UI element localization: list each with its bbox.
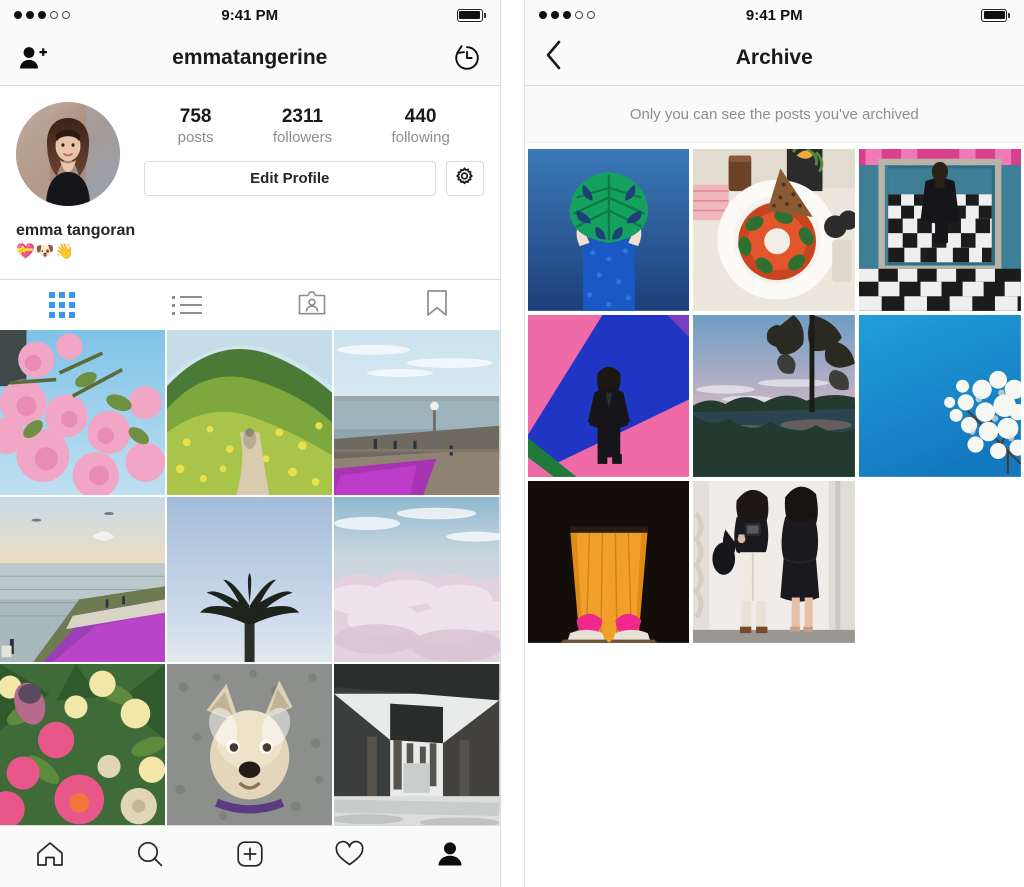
- profile-header: 758 posts 2311 followers 440 following E…: [0, 86, 500, 206]
- stat-followers[interactable]: 2311 followers: [273, 106, 332, 147]
- stat-followers-value: 2311: [281, 106, 324, 127]
- status-bar-left: 9:41 PM: [0, 0, 500, 30]
- home-icon: [35, 839, 65, 874]
- post-thumbnail[interactable]: [334, 497, 500, 663]
- page-title: emmatangerine: [172, 45, 328, 69]
- profile-screen: 9:41 PM emmatangerine 758 posts 2311 fol…: [0, 0, 501, 887]
- profile-tab-strip: [0, 279, 500, 330]
- archive-screen: 9:41 PM Archive Only you can see the pos…: [523, 0, 1024, 887]
- stat-following-value: 440: [404, 106, 437, 127]
- archive-content: [524, 143, 1024, 643]
- avatar[interactable]: [16, 102, 120, 206]
- post-thumbnail[interactable]: [167, 330, 333, 496]
- add-person-icon[interactable]: [18, 45, 48, 71]
- profile-display-name: emma tangoran: [16, 222, 136, 239]
- archive-thumbnail[interactable]: [693, 149, 856, 311]
- battery-full-icon: [981, 8, 1011, 22]
- status-bar-right: 9:41 PM: [524, 0, 1024, 30]
- status-bar-time: 9:41 PM: [745, 6, 803, 24]
- archive-thumbnail[interactable]: [527, 314, 690, 477]
- post-thumbnail[interactable]: [167, 664, 333, 830]
- battery-full-icon: [456, 8, 486, 22]
- tagged-icon: [297, 289, 327, 322]
- stat-followers-label: followers: [272, 129, 333, 146]
- page-title: Archive: [735, 45, 813, 69]
- tabbar-home[interactable]: [0, 839, 100, 874]
- list-icon: [172, 295, 203, 315]
- search-icon: [135, 839, 165, 874]
- signal-strength-dots: [538, 11, 595, 19]
- archive-thumbnail[interactable]: [859, 314, 1022, 477]
- stat-posts-value: 758: [179, 106, 212, 127]
- archive-thumbnail[interactable]: [693, 480, 856, 643]
- archive-privacy-note: Only you can see the posts you've archiv…: [524, 86, 1024, 143]
- profile-actions: Edit Profile: [144, 161, 484, 196]
- archive-empty-cell: [859, 480, 1022, 643]
- post-thumbnail[interactable]: [0, 664, 166, 830]
- tab-saved[interactable]: [375, 280, 500, 330]
- heart-icon: [334, 839, 365, 874]
- profile-post-grid: [0, 330, 500, 830]
- archive-nav-bar: Archive: [524, 30, 1024, 86]
- post-thumbnail[interactable]: [334, 330, 500, 496]
- bookmark-icon: [424, 288, 450, 323]
- gear-icon: [454, 166, 475, 192]
- tab-grid[interactable]: [0, 280, 125, 330]
- archive-post-grid: [525, 149, 1024, 643]
- profile-stats: 758 posts 2311 followers 440 following: [144, 106, 484, 147]
- stat-following-label: following: [391, 129, 450, 146]
- profile-bio-emoji: 💝🐶👋: [16, 243, 76, 260]
- profile-bio: emma tangoran 💝🐶👋: [0, 206, 500, 263]
- post-thumbnail[interactable]: [0, 330, 166, 496]
- archive-thumbnail[interactable]: [527, 149, 690, 311]
- post-thumbnail[interactable]: [334, 664, 500, 830]
- post-thumbnail[interactable]: [167, 497, 333, 663]
- dual-phone-screenshots: 9:41 PM emmatangerine 758 posts 2311 fol…: [0, 0, 1024, 887]
- panel-gap: [500, 0, 524, 887]
- archive-thumbnail[interactable]: [693, 314, 856, 477]
- archive-thumbnail[interactable]: [527, 480, 690, 643]
- stat-following[interactable]: 440 following: [391, 106, 449, 147]
- edit-profile-button[interactable]: Edit Profile: [144, 161, 436, 196]
- settings-button[interactable]: [445, 161, 484, 196]
- chevron-left-icon: [543, 39, 565, 76]
- add-post-icon: [235, 839, 265, 874]
- tabbar-search[interactable]: [100, 839, 200, 874]
- archive-history-icon[interactable]: [452, 43, 482, 73]
- person-icon: [435, 839, 465, 874]
- tabbar-add[interactable]: [200, 839, 300, 874]
- stat-posts[interactable]: 758 posts: [178, 106, 214, 147]
- tab-tagged[interactable]: [250, 280, 375, 330]
- bottom-tab-bar: [0, 825, 500, 887]
- tabbar-profile[interactable]: [400, 839, 500, 874]
- profile-nav-bar: emmatangerine: [0, 30, 500, 86]
- signal-strength-dots: [14, 11, 70, 19]
- archive-thumbnail[interactable]: [859, 149, 1022, 311]
- tab-list[interactable]: [125, 280, 250, 330]
- status-bar-time: 9:41 PM: [221, 6, 279, 24]
- post-thumbnail[interactable]: [0, 497, 166, 663]
- tabbar-activity[interactable]: [300, 839, 400, 874]
- grid-icon: [49, 292, 76, 318]
- profile-stats-and-actions: 758 posts 2311 followers 440 following E…: [120, 102, 484, 206]
- back-button[interactable]: [543, 39, 565, 76]
- stat-posts-label: posts: [177, 129, 214, 146]
